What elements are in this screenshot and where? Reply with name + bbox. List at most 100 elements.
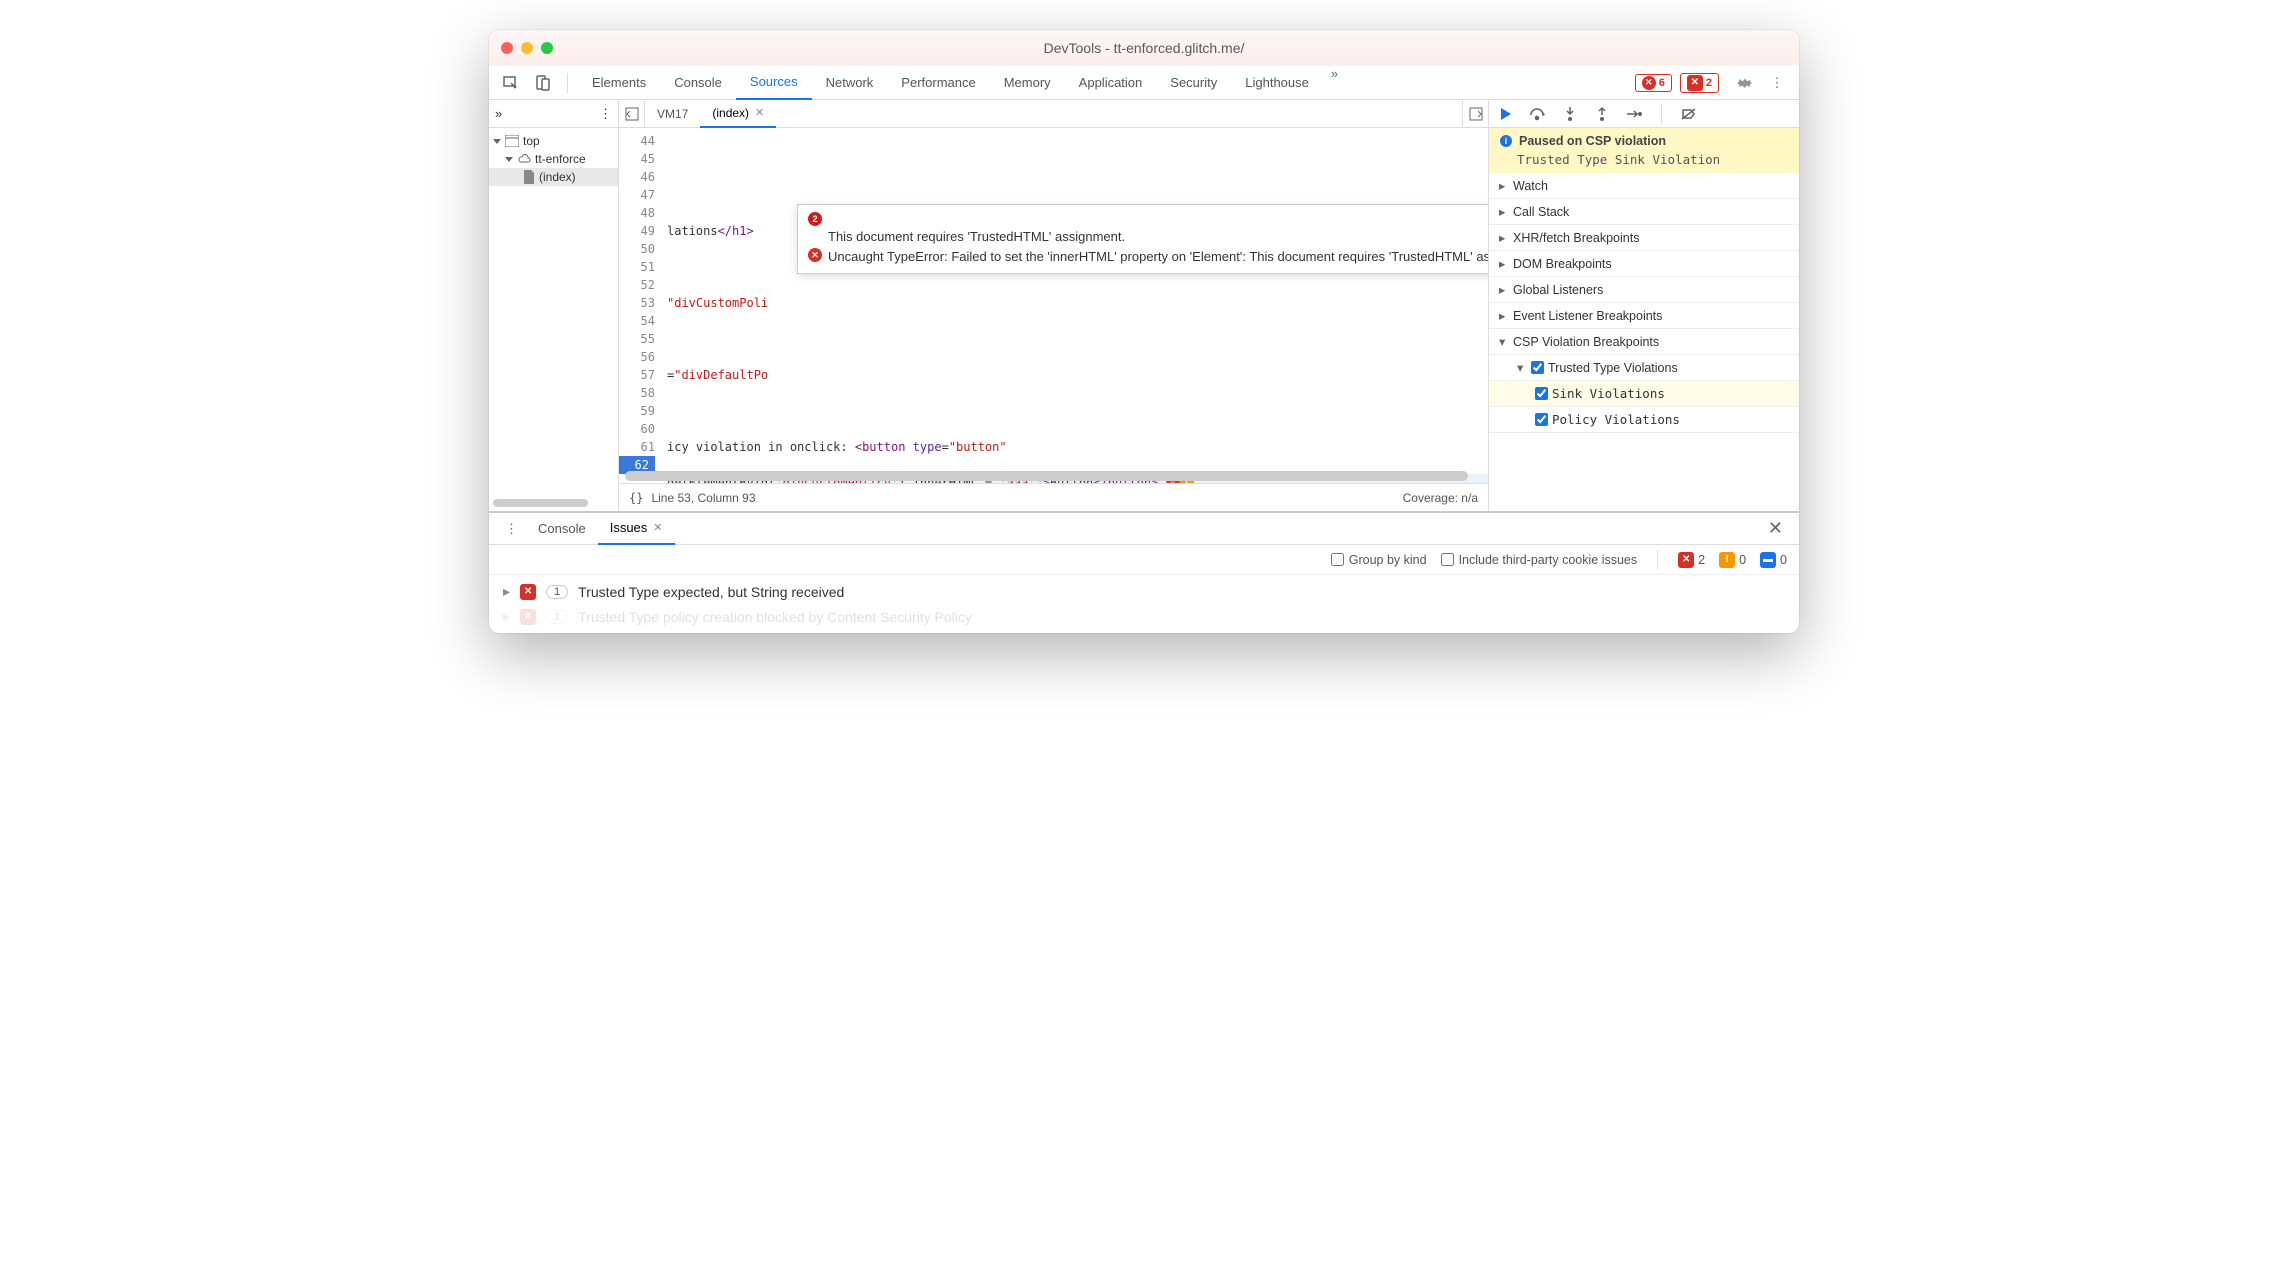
- error-count: 6: [1659, 77, 1665, 89]
- chevron-right-icon: ▸: [503, 608, 510, 625]
- coverage-status: Coverage: n/a: [1403, 491, 1478, 505]
- tab-sources[interactable]: Sources: [736, 66, 812, 100]
- close-drawer-tab-icon[interactable]: ✕: [653, 521, 662, 534]
- acc-global[interactable]: ▸Global Listeners: [1489, 277, 1799, 303]
- acc-callstack[interactable]: ▸Call Stack: [1489, 199, 1799, 225]
- file-icon: [523, 170, 535, 184]
- tree-row-file[interactable]: (index): [489, 168, 618, 186]
- third-party-toggle[interactable]: Include third-party cookie issues: [1441, 553, 1638, 567]
- code-editor: VM17 (index)✕ 44454647484950515253545556…: [619, 100, 1489, 511]
- issue-count-badge: 1: [546, 610, 568, 624]
- error-count-badge-icon: 2: [808, 212, 822, 226]
- issue-row[interactable]: ▸ ✕ 1 Trusted Type expected, but String …: [489, 575, 1799, 608]
- error-tooltip: 2 This document requires 'TrustedHTML' a…: [797, 204, 1488, 274]
- panel-tabs: Elements Console Sources Network Perform…: [578, 66, 1631, 100]
- step-over-button[interactable]: [1527, 103, 1549, 125]
- drawer-menu-icon[interactable]: ⋮: [497, 521, 526, 537]
- separator: [567, 73, 568, 93]
- step-out-button[interactable]: [1591, 103, 1613, 125]
- drawer-tab-issues[interactable]: Issues✕: [598, 513, 675, 545]
- main-content: » ⋮ top tt-enforce (index) VM17 (index)✕…: [489, 100, 1799, 512]
- acc-watch[interactable]: ▸Watch: [1489, 173, 1799, 199]
- error-count-badge[interactable]: ✕6: [1635, 74, 1672, 92]
- step-button[interactable]: [1623, 103, 1645, 125]
- separator: [1661, 104, 1662, 124]
- debugger-sidebar: i Paused on CSP violation Trusted Type Si…: [1489, 100, 1799, 511]
- tab-network[interactable]: Network: [812, 66, 888, 100]
- chevron-right-icon: ▸: [503, 583, 510, 600]
- group-by-kind-toggle[interactable]: Group by kind: [1331, 553, 1427, 567]
- issue-count-red: ✕2: [1678, 552, 1705, 568]
- debugger-controls: [1489, 100, 1799, 128]
- issue-count: 2: [1706, 77, 1712, 89]
- main-toolbar: Elements Console Sources Network Perform…: [489, 66, 1799, 100]
- kebab-menu-icon[interactable]: ⋮: [1763, 69, 1791, 97]
- acc-event[interactable]: ▸Event Listener Breakpoints: [1489, 303, 1799, 329]
- tooltip-msg1: This document requires 'TrustedHTML' ass…: [828, 228, 1125, 246]
- acc-sink-violations[interactable]: Sink Violations: [1489, 381, 1799, 407]
- acc-dom[interactable]: ▸DOM Breakpoints: [1489, 251, 1799, 277]
- horizontal-scrollbar[interactable]: [625, 471, 1468, 481]
- separator: [1657, 550, 1658, 570]
- acc-tt-violations[interactable]: ▾Trusted Type Violations: [1489, 355, 1799, 381]
- cursor-position: Line 53, Column 93: [651, 491, 755, 505]
- acc-policy-violations[interactable]: Policy Violations: [1489, 407, 1799, 433]
- drawer: ⋮ Console Issues✕ ✕ Group by kind Includ…: [489, 512, 1799, 633]
- issue-count-badge: 1: [546, 585, 568, 599]
- window-title: DevTools - tt-enforced.glitch.me/: [489, 40, 1799, 56]
- issue-row[interactable]: ▸ ✕ 1 Trusted Type policy creation block…: [489, 608, 1799, 633]
- editor-tabs: VM17 (index)✕: [619, 100, 1488, 128]
- window-icon: [505, 135, 519, 147]
- tab-security[interactable]: Security: [1156, 66, 1231, 100]
- acc-csp[interactable]: ▾CSP Violation Breakpoints: [1489, 329, 1799, 355]
- issue-count-blue: ▬0: [1760, 552, 1787, 568]
- inspect-icon[interactable]: [497, 69, 525, 97]
- editor-statusbar: {} Line 53, Column 93 Coverage: n/a: [619, 483, 1488, 511]
- sink-checkbox[interactable]: [1535, 387, 1548, 400]
- navigator-tree: top tt-enforce (index): [489, 128, 618, 495]
- issue-count-badge[interactable]: ✕2: [1680, 73, 1719, 93]
- info-icon: i: [1499, 134, 1513, 148]
- tt-checkbox[interactable]: [1531, 361, 1544, 374]
- scrollbar[interactable]: [493, 499, 588, 507]
- tree-row-domain[interactable]: tt-enforce: [489, 150, 618, 168]
- debugger-sidebar-toggle-icon[interactable]: [1462, 100, 1488, 127]
- navigator-menu-icon[interactable]: ⋮: [599, 106, 612, 122]
- issue-severity-icon: ✕: [520, 609, 536, 625]
- paused-detail: Trusted Type Sink Violation: [1499, 148, 1789, 167]
- settings-icon[interactable]: [1731, 69, 1759, 97]
- braces-icon[interactable]: {}: [629, 491, 643, 505]
- tooltip-msg2: Uncaught TypeError: Failed to set the 'i…: [828, 248, 1488, 266]
- device-toggle-icon[interactable]: [529, 69, 557, 97]
- error-icon: ✕: [808, 248, 822, 262]
- line-gutter: 44454647484950515253545556575859606162: [619, 128, 661, 478]
- issue-title: Trusted Type policy creation blocked by …: [578, 609, 972, 625]
- devtools-window: DevTools - tt-enforced.glitch.me/ Elemen…: [489, 30, 1799, 633]
- tab-memory[interactable]: Memory: [990, 66, 1065, 100]
- policy-checkbox[interactable]: [1535, 413, 1548, 426]
- navigator-sidebar: » ⋮ top tt-enforce (index): [489, 100, 619, 511]
- tab-performance[interactable]: Performance: [887, 66, 989, 100]
- tree-row-top[interactable]: top: [489, 132, 618, 150]
- paused-title: Paused on CSP violation: [1519, 134, 1666, 148]
- drawer-tabs: ⋮ Console Issues✕ ✕: [489, 513, 1799, 545]
- cloud-icon: [517, 153, 531, 165]
- navigator-more-icon[interactable]: »: [495, 106, 502, 121]
- nav-sidebar-toggle-icon[interactable]: [619, 100, 645, 127]
- close-drawer-icon[interactable]: ✕: [1760, 518, 1791, 539]
- tab-console[interactable]: Console: [660, 66, 736, 100]
- tab-elements[interactable]: Elements: [578, 66, 660, 100]
- deactivate-breakpoints-button[interactable]: [1678, 103, 1700, 125]
- close-tab-icon[interactable]: ✕: [755, 106, 764, 119]
- step-into-button[interactable]: [1559, 103, 1581, 125]
- drawer-tab-console[interactable]: Console: [526, 513, 598, 545]
- tab-application[interactable]: Application: [1065, 66, 1157, 100]
- code-area[interactable]: 44454647484950515253545556575859606162 l…: [619, 128, 1488, 483]
- titlebar: DevTools - tt-enforced.glitch.me/: [489, 30, 1799, 66]
- acc-xhr[interactable]: ▸XHR/fetch Breakpoints: [1489, 225, 1799, 251]
- resume-button[interactable]: [1495, 103, 1517, 125]
- editor-tab-index[interactable]: (index)✕: [700, 100, 776, 128]
- editor-tab-vm17[interactable]: VM17: [645, 100, 700, 128]
- tab-lighthouse[interactable]: Lighthouse: [1231, 66, 1323, 100]
- more-tabs-icon[interactable]: »: [1323, 66, 1346, 100]
